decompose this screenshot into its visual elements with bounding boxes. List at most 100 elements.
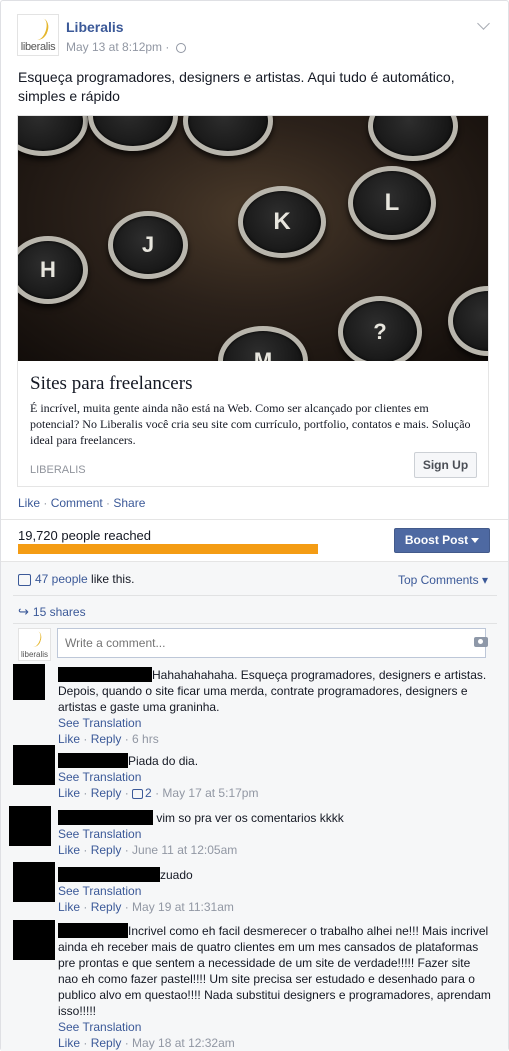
link-description: É incrível, muita gente ainda não está n… [30,401,471,447]
comment-meta: Like · Reply · 6 hrs [58,732,159,746]
comment-meta: Like · Reply · May 19 at 11:31am [58,900,234,914]
post-text: Esqueça programadores, designers e artis… [18,69,455,104]
see-translation-link[interactable]: See Translation [58,883,492,899]
likes-count-link[interactable]: 47 people [35,572,88,586]
typewriter-key-m: M [218,326,308,361]
typewriter-key [183,116,273,156]
boost-label: Boost Post [404,533,469,547]
share-arrow-icon: ↪ [18,604,29,619]
comment-meta: Like · Reply · June 11 at 12:05am [58,843,238,857]
comment-body: Incrivel como eh facil desmerecer o trab… [58,923,492,1051]
comment-time[interactable]: May 18 at 12:32am [132,1036,235,1050]
link-title[interactable]: Sites para freelancers [30,373,192,395]
comment-text: Incrivel como eh facil desmerecer o trab… [58,924,491,1018]
comment-text: zuado [160,868,193,882]
post-meta: May 13 at 8:12pm · [66,40,186,54]
divider [13,623,497,624]
comment-time[interactable]: May 19 at 11:31am [132,900,234,914]
top-comments-label: Top Comments [397,573,479,587]
comment-body: Piada do dia. See Translation Like · Rep… [58,753,492,801]
comment-like-count[interactable]: 2 [145,786,152,800]
post-timestamp[interactable]: May 13 at 8:12pm [66,40,162,54]
typewriter-key [368,116,458,161]
comment-like-link[interactable]: Like [58,900,80,914]
comment-meta: Like · Reply · 2 · May 17 at 5:17pm [58,786,259,800]
camera-icon[interactable] [474,637,488,647]
feedback-section: 47 people like this. Top Comments ▾ ↪ 15 … [1,561,508,1051]
caret-down-icon [471,538,480,544]
comment-body: zuado See Translation Like · Reply · May… [58,867,492,915]
divider [1,519,508,520]
comment-like-link[interactable]: Like [58,786,80,800]
comment-time[interactable]: 6 hrs [132,732,159,746]
see-translation-link[interactable]: See Translation [58,715,492,731]
thumbs-up-icon [132,788,144,799]
comment-link[interactable]: Comment [51,496,103,510]
see-translation-link[interactable]: See Translation [58,769,492,785]
comment-text: vim so pra ver os comentarios kkkk [153,811,344,825]
typewriter-key-k: K [238,186,326,258]
typewriter-key-j: J [108,211,188,279]
redacted-author[interactable] [58,810,153,825]
sign-up-button[interactable]: Sign Up [414,452,477,478]
typewriter-key [18,116,88,156]
likes-suffix: like this. [87,572,135,586]
typewriter-key-question: ? [338,296,422,361]
see-translation-link[interactable]: See Translation [58,826,492,842]
avatar[interactable] [13,664,45,700]
comment-reply-link[interactable]: Reply [91,843,122,857]
typewriter-key [448,286,488,356]
shares-link[interactable]: ↪ 15 shares [18,604,86,620]
reach-progress-bar [18,544,318,554]
post-actions: Like · Comment · Share [18,496,145,510]
typewriter-key-h: H [18,236,88,304]
typewriter-key-l: L [348,166,436,240]
comment-meta: Like · Reply · May 18 at 12:32am [58,1036,235,1050]
commenter-avatar[interactable]: liberalis [18,628,51,661]
comment-time[interactable]: May 17 at 5:17pm [162,786,258,800]
comment-input[interactable] [57,628,486,658]
reach-progress-fill [18,544,318,554]
comment-like-link[interactable]: Like [58,1036,80,1050]
redacted-author[interactable] [58,923,128,938]
comment-text: Piada do dia. [128,754,199,768]
boost-post-button[interactable]: Boost Post [394,528,490,553]
comment-reply-link[interactable]: Reply [91,732,122,746]
divider [13,595,497,596]
like-link[interactable]: Like [18,496,40,510]
comment-reply-link[interactable]: Reply [91,900,122,914]
caret-down-icon: ▾ [478,573,488,587]
people-reached[interactable]: 19,720 people reached [18,528,151,543]
post-card: liberalis Liberalis May 13 at 8:12pm · E… [0,0,509,1051]
share-link[interactable]: Share [113,496,145,510]
avatar[interactable] [13,920,55,960]
redacted-author[interactable] [58,667,152,682]
avatar[interactable] [13,862,55,902]
page-name[interactable]: Liberalis [66,19,124,35]
comment-like-link[interactable]: Like [58,732,80,746]
chevron-down-icon[interactable] [477,17,490,30]
avatar[interactable] [9,806,51,846]
see-translation-link[interactable]: See Translation [58,1019,492,1035]
comment-time[interactable]: June 11 at 12:05am [132,843,237,857]
logo-swoosh-icon [27,629,44,649]
likes-sentence: 47 people like this. [18,572,134,586]
redacted-author[interactable] [58,867,160,882]
comment-like-link[interactable]: Like [58,843,80,857]
meta-separator: · [165,40,170,54]
globe-icon[interactable] [175,42,186,53]
page-avatar[interactable]: liberalis [17,14,59,56]
link-preview[interactable]: H J K L M ? Sites para freelancers É inc… [17,115,489,487]
redacted-author[interactable] [58,753,128,768]
typewriter-keys-image[interactable]: H J K L M ? [18,116,488,361]
shares-count: 15 shares [32,605,86,619]
comment-body: vim so pra ver os comentarios kkkk See T… [58,810,492,858]
top-comments-dropdown[interactable]: Top Comments ▾ [398,573,488,587]
thumbs-up-icon [18,573,31,586]
avatar[interactable] [13,745,55,785]
comment-reply-link[interactable]: Reply [91,1036,122,1050]
typewriter-key [88,116,178,151]
comment-body: Hahahahahaha. Esqueça programadores, des… [58,667,492,747]
comment-reply-link[interactable]: Reply [91,786,122,800]
action-separator: · [102,496,114,510]
